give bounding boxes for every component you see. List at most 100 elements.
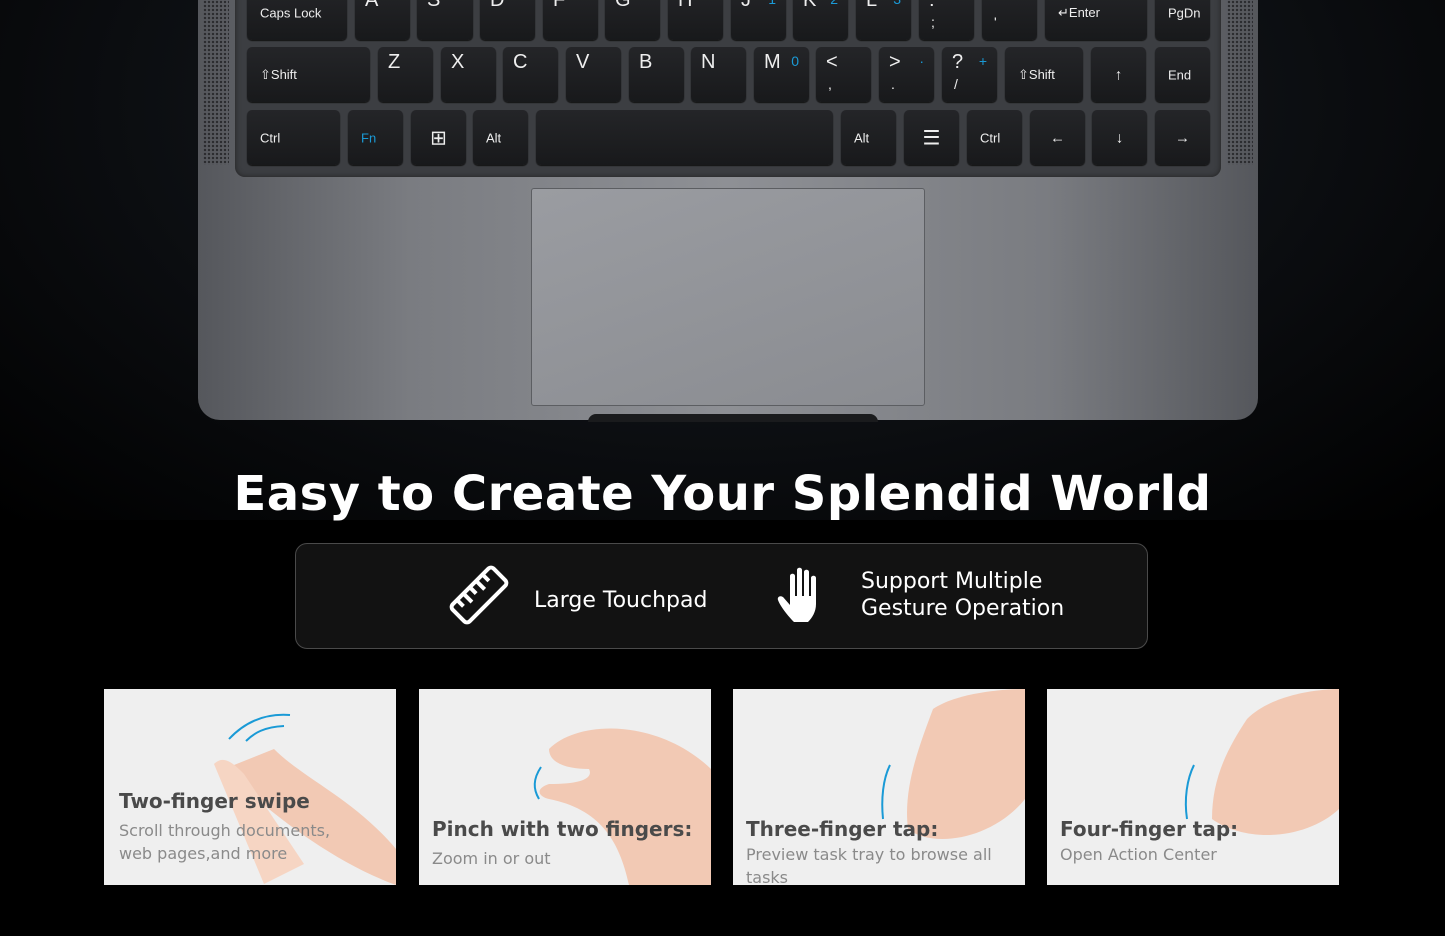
key-label: V xyxy=(576,51,590,73)
key-label: > xyxy=(889,51,901,73)
key-label: B xyxy=(639,51,653,73)
key: X xyxy=(441,47,496,102)
key: V xyxy=(566,47,621,102)
key: G xyxy=(605,0,660,40)
key: Alt xyxy=(473,110,528,165)
feature-box: Large Touchpad Support Multiple Gesture … xyxy=(295,543,1148,649)
key-label: M xyxy=(764,51,781,73)
key: ☰ xyxy=(904,110,959,165)
key: F xyxy=(543,0,598,40)
key: ← xyxy=(1030,110,1085,165)
key: Caps Lock xyxy=(247,0,347,40)
key-fn-label: 2 xyxy=(830,0,838,7)
gesture-card: Three-finger tap: Preview task tray to br… xyxy=(733,689,1025,885)
gesture-description: Open Action Center xyxy=(1060,845,1217,864)
key: H xyxy=(668,0,723,40)
key-label: ? xyxy=(952,51,964,73)
key-fn-label: 0 xyxy=(791,53,799,69)
gesture-description: web pages,and more xyxy=(119,844,288,863)
key: ? / + xyxy=(942,47,997,102)
gesture-card: Four-finger tap: Open Action Center xyxy=(1047,689,1339,885)
key-label: " xyxy=(992,0,1000,11)
ruler-icon xyxy=(449,565,509,625)
key-label: Ctrl xyxy=(980,130,1001,145)
key-label: L xyxy=(866,0,878,11)
key-label: G xyxy=(615,0,631,11)
key: S xyxy=(417,0,473,40)
key-label: X xyxy=(451,51,465,73)
key-label: C xyxy=(513,51,528,73)
key: ⇧Shift xyxy=(1005,47,1083,102)
key-sub-label: / xyxy=(954,76,958,92)
key: " ' xyxy=(982,0,1037,40)
key-label: PgDn xyxy=(1168,5,1201,20)
key-label: ⇧Shift xyxy=(260,66,297,82)
key-label: K xyxy=(803,0,817,11)
gesture-description: Scroll through documents, xyxy=(119,821,331,840)
key-label: < xyxy=(826,51,838,73)
feature-large-touchpad: Large Touchpad xyxy=(534,588,708,613)
feature-line: Gesture Operation xyxy=(861,596,1065,621)
headline: Easy to Create Your Splendid World xyxy=(233,466,1212,522)
gesture-title: Four-finger tap: xyxy=(1060,817,1239,841)
key: End xyxy=(1155,47,1210,102)
key: ↵Enter xyxy=(1045,0,1147,40)
gesture-title: Two-finger swipe xyxy=(119,789,310,813)
key-label: D xyxy=(490,0,505,11)
key-sub-label: ; xyxy=(931,14,935,30)
laptop-body: Caps LockASDFGHJ1K2L3:;−"'↵EnterPgDn⇧Shi… xyxy=(198,0,1258,422)
key-fn-label: 1 xyxy=(768,0,776,7)
key-label: ↑ xyxy=(1114,66,1123,83)
gesture-description: Zoom in or out xyxy=(432,849,551,868)
key: D xyxy=(480,0,535,40)
keyboard: Caps LockASDFGHJ1K2L3:;−"'↵EnterPgDn⇧Shi… xyxy=(235,0,1221,177)
key: ↓ xyxy=(1092,110,1147,165)
lid-notch xyxy=(588,414,878,422)
key-label: ⇧Shift xyxy=(1018,66,1055,82)
key-label: Ctrl xyxy=(260,130,281,145)
gesture-title: Pinch with two fingers: xyxy=(432,817,693,841)
key-label: F xyxy=(553,0,566,11)
key: L3 xyxy=(856,0,911,40)
speaker-grille-left xyxy=(203,0,229,165)
key: Fn xyxy=(348,110,403,165)
key: Z xyxy=(378,47,433,102)
key-label: Alt xyxy=(854,130,870,145)
gesture-card: Pinch with two fingers: Zoom in or out xyxy=(419,689,711,885)
menu-icon: ☰ xyxy=(922,127,941,149)
key-fn-label: − xyxy=(956,0,964,7)
key-label: S xyxy=(427,0,441,11)
key-label: Z xyxy=(388,51,401,73)
key-fn-label: 3 xyxy=(893,0,901,7)
key: :; − xyxy=(919,0,974,40)
feature-line: Support Multiple xyxy=(861,569,1043,594)
key: → xyxy=(1155,110,1210,165)
key-label: H xyxy=(678,0,693,11)
key: ⇧Shift xyxy=(247,47,370,102)
key: ↑ xyxy=(1091,47,1146,102)
key-label: ↵Enter xyxy=(1058,4,1100,20)
key: M0 xyxy=(754,47,809,102)
key: Ctrl xyxy=(247,110,340,165)
windows-icon: ⊞ xyxy=(430,127,447,149)
key: Ctrl xyxy=(967,110,1022,165)
key-label: : xyxy=(929,0,935,11)
key: A xyxy=(355,0,410,40)
hand-icon xyxy=(777,567,816,622)
key-label: N xyxy=(701,51,716,73)
key: N xyxy=(691,47,746,102)
key-sub-label: , xyxy=(828,76,832,92)
touchpad xyxy=(531,188,925,406)
key-label: Alt xyxy=(486,130,502,145)
key-label: → xyxy=(1175,129,1190,146)
key-fn-label: + xyxy=(978,53,987,69)
key xyxy=(536,110,833,165)
key-label: J xyxy=(741,0,751,11)
key-label: Fn xyxy=(361,130,377,145)
key-label: ↓ xyxy=(1115,129,1124,146)
feature-gesture-operation: Support Multiple Gesture Operation xyxy=(861,568,1064,622)
key-sub-label: ' xyxy=(994,14,997,30)
key-fn-label: · xyxy=(919,53,924,69)
key-label: Caps Lock xyxy=(260,5,322,20)
key-label: End xyxy=(1168,67,1192,82)
